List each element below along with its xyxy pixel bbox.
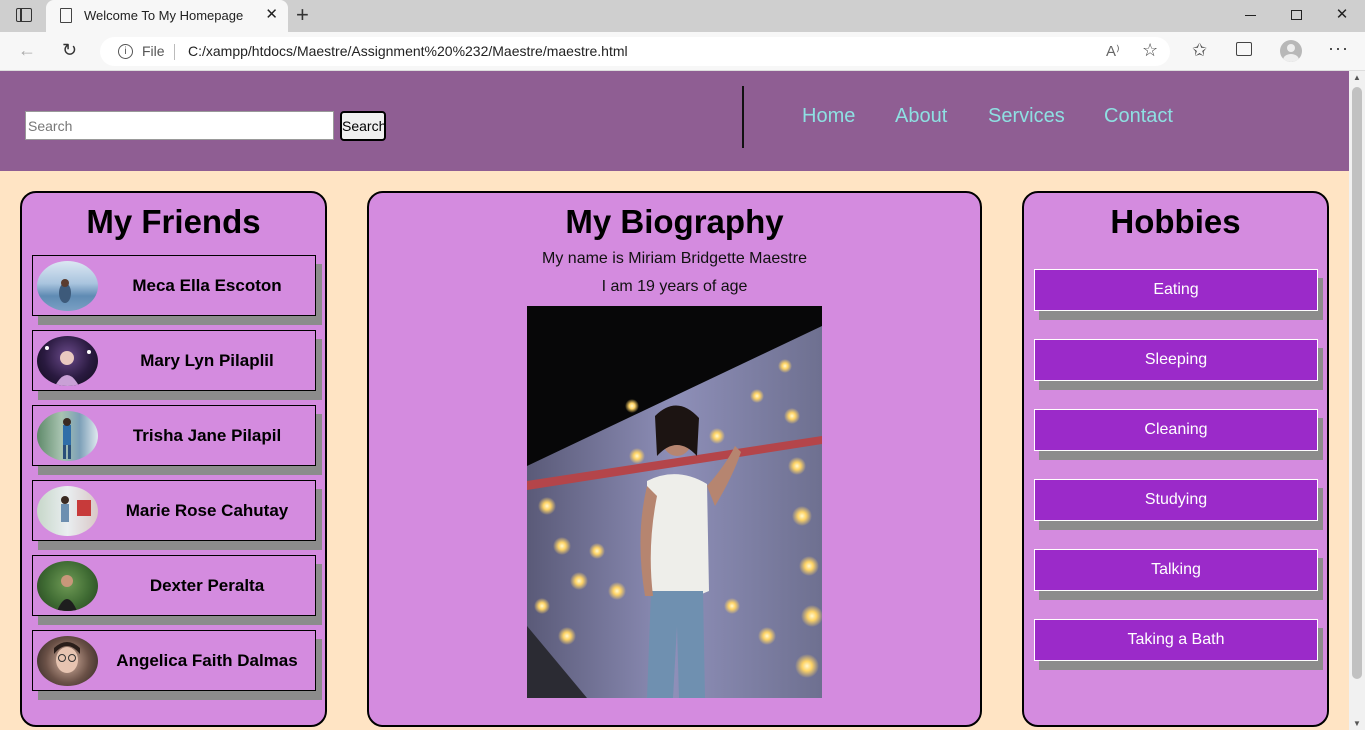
nav-divider	[742, 86, 744, 148]
nav-contact[interactable]: Contact	[1104, 105, 1173, 128]
friend-card[interactable]: Mary Lyn Pilaplil	[32, 330, 316, 391]
restore-icon[interactable]	[1284, 4, 1308, 26]
page-icon	[60, 8, 72, 23]
bio-age-line: I am 19 years of age	[601, 278, 748, 295]
bio-name-line: My name is Miriam Bridgette Maestre	[542, 250, 807, 267]
reload-icon[interactable]: ↻	[62, 40, 77, 60]
friend-name: Marie Rose Cahutay	[125, 501, 289, 520]
minimize-icon[interactable]	[1238, 4, 1262, 26]
url-divider	[174, 44, 175, 60]
biography-photo	[527, 306, 822, 698]
friend-avatar	[37, 336, 98, 386]
browser-tab-bar: Welcome To My Homepage ✕ + ✕	[0, 0, 1365, 32]
hobby-item[interactable]: Talking	[1034, 549, 1318, 591]
read-aloud-icon[interactable]: A⁾	[1106, 42, 1120, 60]
window-close-icon[interactable]: ✕	[1330, 4, 1354, 26]
friend-name: Dexter Peralta	[149, 576, 265, 595]
hobby-item[interactable]: Eating	[1034, 269, 1318, 311]
hobbies-title: Hobbies	[1110, 203, 1241, 240]
scroll-up-icon[interactable]: ▲	[1353, 73, 1361, 82]
friend-card[interactable]: Trisha Jane Pilapil	[32, 405, 316, 466]
add-favorite-icon[interactable]: ☆	[1142, 40, 1158, 61]
address-bar: ← ↻ i File C:/xampp/htdocs/Maestre/Assig…	[0, 32, 1365, 71]
file-label: File	[142, 43, 165, 59]
friend-name: Angelica Faith Dalmas	[116, 651, 298, 670]
friends-panel: My Friends Meca Ella Escoton Mary Lyn Pi…	[20, 191, 327, 727]
biography-panel: My Biography My name is Miriam Bridgette…	[367, 191, 982, 727]
browser-tab[interactable]: Welcome To My Homepage ✕	[46, 0, 288, 32]
search-input[interactable]	[25, 111, 334, 140]
tab-actions-icon[interactable]	[16, 8, 32, 22]
nav-home[interactable]: Home	[802, 105, 855, 128]
nav-services[interactable]: Services	[988, 105, 1065, 128]
friend-avatar	[37, 561, 98, 611]
hobby-item[interactable]: Sleeping	[1034, 339, 1318, 381]
friend-card[interactable]: Meca Ella Escoton	[32, 255, 316, 316]
favorites-icon[interactable]: ✩	[1192, 40, 1207, 60]
friend-name: Trisha Jane Pilapil	[132, 426, 282, 445]
hobbies-panel: Hobbies Eating Sleeping Cleaning Studyin…	[1022, 191, 1329, 727]
plus-icon[interactable]: +	[296, 3, 309, 27]
url-field[interactable]: i File C:/xampp/htdocs/Maestre/Assignmen…	[100, 37, 1170, 66]
more-icon[interactable]: ···	[1328, 38, 1349, 59]
friend-avatar	[37, 261, 98, 311]
friend-card[interactable]: Marie Rose Cahutay	[32, 480, 316, 541]
vertical-scrollbar[interactable]: ▲ ▼	[1349, 71, 1365, 730]
friend-avatar	[37, 636, 98, 686]
scroll-down-icon[interactable]: ▼	[1353, 719, 1361, 728]
page-viewport: Search Home About Services Contact My Fr…	[0, 71, 1349, 730]
back-icon[interactable]: ←	[18, 40, 36, 60]
hobby-item[interactable]: Cleaning	[1034, 409, 1318, 451]
friend-name: Meca Ella Escoton	[132, 276, 282, 295]
friend-name: Mary Lyn Pilaplil	[140, 351, 274, 370]
collections-icon[interactable]	[1236, 40, 1252, 56]
close-icon[interactable]: ✕	[265, 6, 278, 24]
friends-title: My Friends	[86, 203, 261, 240]
search-button[interactable]: Search	[340, 111, 386, 141]
nav-about[interactable]: About	[895, 105, 947, 128]
scroll-thumb[interactable]	[1352, 87, 1362, 679]
biography-title: My Biography	[565, 203, 784, 240]
hobby-item[interactable]: Studying	[1034, 479, 1318, 521]
site-header: Search Home About Services Contact	[0, 71, 1349, 171]
friend-avatar	[37, 486, 98, 536]
url-text[interactable]: C:/xampp/htdocs/Maestre/Assignment%20%23…	[188, 43, 628, 59]
friend-avatar	[37, 411, 98, 461]
info-icon[interactable]: i	[118, 44, 133, 59]
profile-icon[interactable]	[1280, 40, 1302, 62]
friend-card[interactable]: Angelica Faith Dalmas	[32, 630, 316, 691]
friend-card[interactable]: Dexter Peralta	[32, 555, 316, 616]
tab-title: Welcome To My Homepage	[84, 8, 244, 23]
hobby-item[interactable]: Taking a Bath	[1034, 619, 1318, 661]
